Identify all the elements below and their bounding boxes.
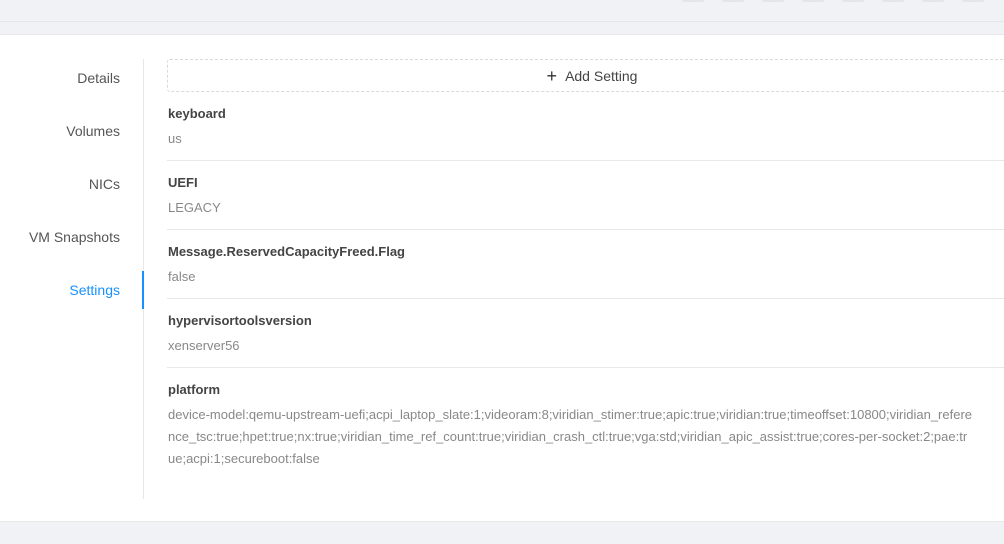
tab-settings[interactable]: Settings xyxy=(0,271,144,309)
detail-tabs-sidebar: Details Volumes NICs VM Snapshots Settin… xyxy=(0,59,144,499)
settings-panel: + Add Setting keyboard us UEFI LEGACY Me… xyxy=(167,59,1004,480)
setting-value: us xyxy=(168,131,182,146)
tab-vm-snapshots[interactable]: VM Snapshots xyxy=(0,218,143,256)
setting-key: keyboard xyxy=(168,106,226,121)
setting-key: platform xyxy=(168,382,220,397)
setting-item-uefi: UEFI LEGACY xyxy=(167,161,1004,230)
toolbar-placeholder xyxy=(682,0,984,2)
setting-key: UEFI xyxy=(168,175,198,190)
tab-details[interactable]: Details xyxy=(0,59,143,97)
add-setting-button[interactable]: + Add Setting xyxy=(167,59,1004,92)
detail-card: Details Volumes NICs VM Snapshots Settin… xyxy=(0,34,1004,522)
setting-value: false xyxy=(168,269,196,284)
plus-icon: + xyxy=(546,65,558,86)
setting-item-hypervisortoolsversion: hypervisortoolsversion xenserver56 xyxy=(167,299,1004,368)
setting-item-keyboard: keyboard us xyxy=(167,92,1004,161)
setting-value: xenserver56 xyxy=(168,338,240,353)
tab-nics[interactable]: NICs xyxy=(0,165,143,203)
tab-volumes[interactable]: Volumes xyxy=(0,112,143,150)
setting-key: Message.ReservedCapacityFreed.Flag xyxy=(168,244,405,259)
setting-item-platform: platform device-model:qemu-upstream-uefi… xyxy=(167,368,1004,480)
setting-item-reserved-capacity-flag: Message.ReservedCapacityFreed.Flag false xyxy=(167,230,1004,299)
add-setting-label: Add Setting xyxy=(565,67,638,84)
setting-value: device-model:qemu-upstream-uefi;acpi_lap… xyxy=(168,407,973,466)
setting-key: hypervisortoolsversion xyxy=(168,313,312,328)
setting-value: LEGACY xyxy=(168,200,221,215)
top-bar xyxy=(0,0,1004,22)
